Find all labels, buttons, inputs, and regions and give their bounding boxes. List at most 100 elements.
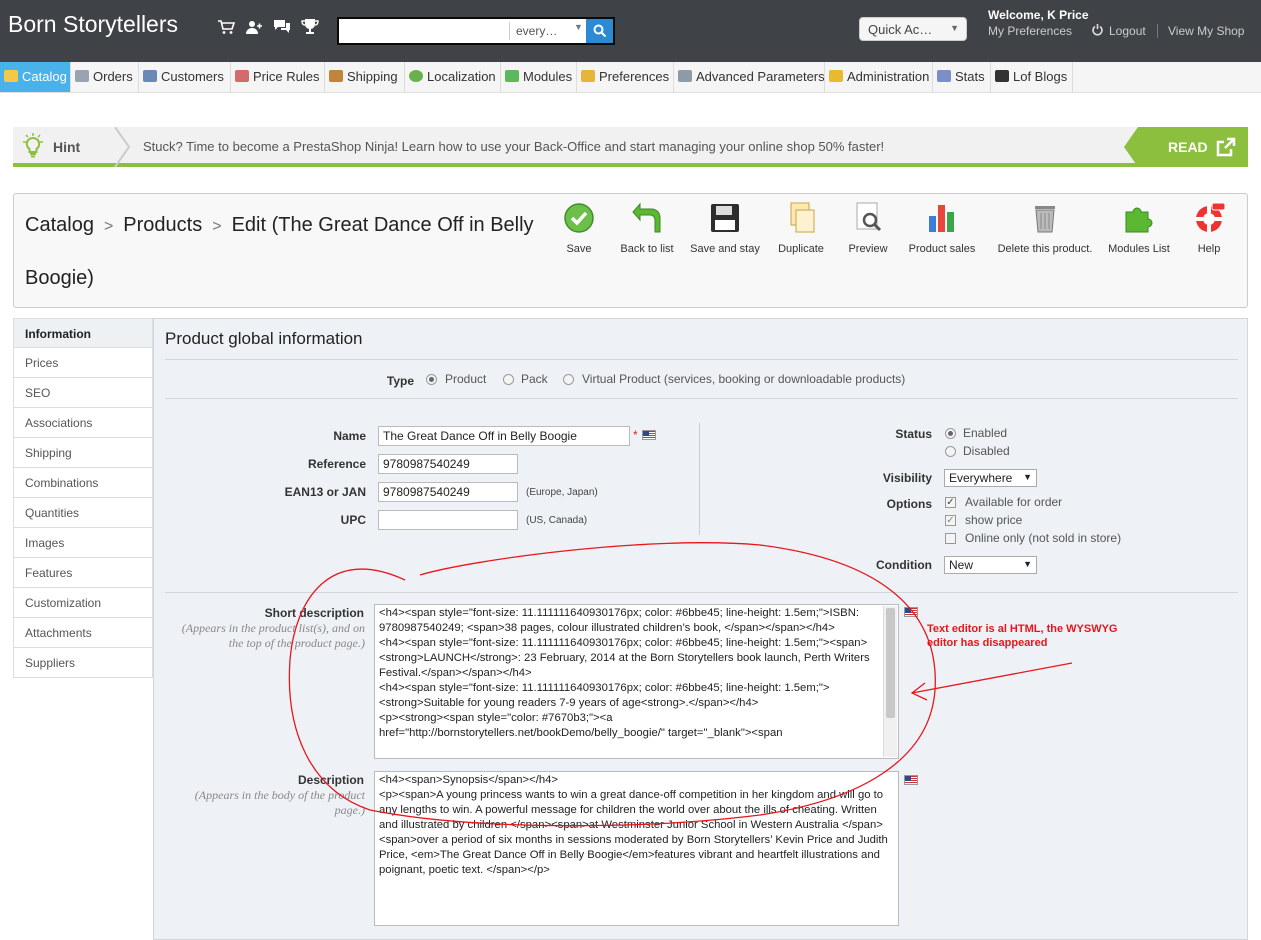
menu-item-price-rules[interactable]: Price Rules (231, 62, 325, 92)
price-rules-icon (235, 70, 249, 82)
scrollbar-thumb[interactable] (886, 608, 895, 718)
logout-link[interactable]: Logout (1109, 24, 1146, 38)
search-scope-select[interactable]: every… (516, 24, 557, 38)
us-flag-icon[interactable] (904, 607, 918, 617)
puzzle-icon (1125, 207, 1153, 233)
type-option-pack: Pack (521, 372, 548, 386)
menu-item-localization[interactable]: Localization (405, 62, 501, 92)
type-radio-pack[interactable] (503, 374, 514, 385)
upc-input[interactable] (378, 510, 518, 530)
modules-list-button[interactable]: Modules List (1107, 202, 1171, 255)
trophy-icon[interactable] (300, 18, 320, 38)
menu-item-stats[interactable]: Stats (933, 62, 991, 92)
messages-icon[interactable] (272, 18, 292, 38)
breadcrumb-catalog[interactable]: Catalog (25, 214, 94, 236)
read-button[interactable]: READ (1124, 127, 1248, 167)
page-title-continued: Boogie) (25, 267, 94, 289)
menu-item-label: Modules (523, 69, 573, 84)
reference-input[interactable]: 9780987540249 (378, 454, 518, 474)
tab-information[interactable]: Information (13, 318, 153, 348)
tab-quantities[interactable]: Quantities (13, 498, 153, 528)
type-radio-product[interactable] (426, 374, 437, 385)
us-flag-icon[interactable] (904, 775, 918, 785)
description-help: (Appears in the body of the product page… (194, 788, 365, 817)
breadcrumb-products[interactable]: Products (123, 214, 202, 236)
truck-icon (329, 70, 343, 82)
back-to-list-button[interactable]: Back to list (617, 202, 677, 255)
description-textarea[interactable]: <h4><span>Synopsis</span></h4> <p><span>… (374, 771, 899, 926)
cart-icon[interactable] (216, 18, 236, 38)
show-price-checkbox[interactable]: ✓ (945, 515, 956, 526)
help-label: Help (1197, 243, 1221, 255)
tab-combinations[interactable]: Combinations (13, 468, 153, 498)
menu-item-customers[interactable]: Customers (139, 62, 231, 92)
menu-item-label: Price Rules (253, 69, 320, 84)
preview-label: Preview (848, 243, 888, 255)
duplicate-button[interactable]: Duplicate (776, 202, 826, 255)
visibility-select[interactable]: Everywhere ▼ (944, 469, 1037, 487)
name-input[interactable]: The Great Dance Off in Belly Boogie (378, 426, 630, 446)
menu-item-label: Orders (93, 69, 133, 84)
save-button[interactable]: Save (559, 202, 599, 255)
tab-associations[interactable]: Associations (13, 408, 153, 438)
tab-images[interactable]: Images (13, 528, 153, 558)
show-price-label: show price (965, 513, 1023, 527)
tab-shipping[interactable]: Shipping (13, 438, 153, 468)
status-radio-disabled[interactable] (945, 446, 956, 457)
my-preferences-link[interactable]: My Preferences (988, 24, 1072, 38)
available-for-order-checkbox[interactable]: ✓ (945, 497, 956, 508)
us-flag-icon[interactable] (642, 430, 656, 440)
annotation-note: Text editor is al HTML, the WYSWYG edito… (927, 623, 1118, 649)
menu-item-preferences[interactable]: Preferences (577, 62, 674, 92)
menu-item-label: Customers (161, 69, 224, 84)
tab-features[interactable]: Features (13, 558, 153, 588)
condition-value: New (949, 558, 974, 572)
search-button[interactable] (586, 19, 613, 43)
delete-product-button[interactable]: Delete this product. (997, 202, 1093, 255)
menu-item-lof-blogs[interactable]: Lof Blogs (991, 62, 1073, 92)
type-radio-virtual[interactable] (563, 374, 574, 385)
catalog-icon (4, 70, 18, 82)
search-input[interactable] (341, 21, 511, 43)
menu-item-modules[interactable]: Modules (501, 62, 577, 92)
tab-seo[interactable]: SEO (13, 378, 153, 408)
tab-prices[interactable]: Prices (13, 348, 153, 378)
page-title: Edit (The Great Dance Off in Belly (231, 214, 534, 236)
quick-access-select[interactable]: Quick Ac… ▼ (859, 17, 967, 41)
status-radio-enabled[interactable] (945, 428, 956, 439)
short-description-textarea[interactable]: <h4><span style="font-size: 11.111111640… (374, 604, 899, 759)
customers-icon[interactable] (244, 18, 264, 38)
description-text: <h4><span>Synopsis</span></h4> <p><span>… (379, 774, 888, 876)
menu-item-advanced-parameters[interactable]: Advanced Parameters (674, 62, 825, 92)
scrollbar[interactable] (883, 606, 897, 757)
bar-chart-icon (929, 205, 954, 232)
menu-item-label: Preferences (599, 69, 670, 84)
menu-item-administration[interactable]: Administration (825, 62, 933, 92)
visibility-label: Visibility (882, 471, 932, 485)
short-description-help: (Appears in the product list(s), and on … (181, 621, 365, 650)
product-sales-button[interactable]: Product sales (907, 202, 977, 255)
menu-item-orders[interactable]: Orders (71, 62, 139, 92)
menu-item-catalog[interactable]: Catalog (0, 62, 71, 92)
divider (165, 398, 1238, 399)
delete-product-label: Delete this product. (997, 243, 1093, 255)
power-icon[interactable] (1091, 23, 1104, 39)
ean13-input[interactable]: 9780987540249 (378, 482, 518, 502)
bar-chart-icon (937, 70, 951, 82)
puzzle-icon (505, 70, 519, 82)
blog-icon (995, 70, 1009, 82)
help-button[interactable]: Help (1189, 202, 1229, 255)
welcome-text: Welcome, K Price (988, 8, 1089, 22)
tab-attachments[interactable]: Attachments (13, 618, 153, 648)
shop-name[interactable]: Born Storytellers (8, 11, 178, 38)
tab-customization[interactable]: Customization (13, 588, 153, 618)
search-box: every… ▼ (337, 17, 615, 45)
online-only-checkbox[interactable] (945, 533, 956, 544)
tab-suppliers[interactable]: Suppliers (13, 648, 153, 678)
save-and-stay-button[interactable]: Save and stay (688, 202, 762, 255)
view-my-shop-link[interactable]: View My Shop (1168, 24, 1244, 38)
menu-item-shipping[interactable]: Shipping (325, 62, 405, 92)
key-icon (829, 70, 843, 82)
preview-button[interactable]: Preview (846, 202, 890, 255)
condition-select[interactable]: New ▼ (944, 556, 1037, 574)
